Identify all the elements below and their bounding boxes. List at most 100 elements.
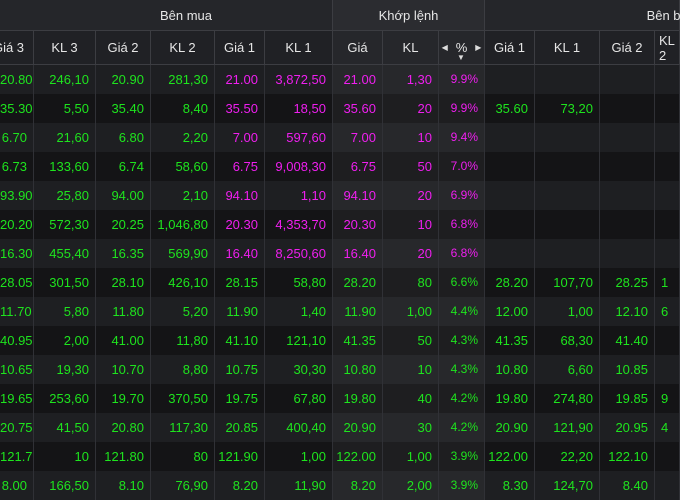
cell-buy-vol-1[interactable]: 18,50: [265, 94, 333, 123]
cell-buy-vol-1[interactable]: 400,40: [265, 413, 333, 442]
cell-buy-price-3[interactable]: 10.65: [0, 355, 34, 384]
cell-match-percent[interactable]: 4.2%: [439, 413, 485, 442]
col-header-buy-price-1[interactable]: Giá 1: [215, 31, 265, 65]
cell-match-volume[interactable]: 80: [383, 268, 439, 297]
cell-buy-vol-2[interactable]: 8,40: [151, 94, 215, 123]
cell-buy-vol-3[interactable]: 10: [34, 442, 96, 471]
cell-buy-vol-1[interactable]: 58,80: [265, 268, 333, 297]
table-row[interactable]: 20.20 572,30 20.25 1,046,80 20.30 4,353,70 20.…: [0, 210, 680, 239]
cell-match-price[interactable]: 6.75: [333, 152, 383, 181]
cell-sell-price-2[interactable]: 8.40: [600, 471, 655, 500]
cell-buy-vol-3[interactable]: 21,60: [34, 123, 96, 152]
cell-match-volume[interactable]: 1,00: [383, 442, 439, 471]
cell-sell-price-1[interactable]: 28.20: [485, 268, 535, 297]
cell-sell-price-1[interactable]: [485, 152, 535, 181]
cell-sell-vol-2[interactable]: 1: [655, 268, 680, 297]
cell-sell-price-2[interactable]: [600, 152, 655, 181]
cell-buy-price-2[interactable]: 10.70: [96, 355, 151, 384]
table-row[interactable]: 20.75 41,50 20.80 117,30 20.85 400,40 20.90 30 4…: [0, 413, 680, 442]
cell-buy-price-1[interactable]: 16.40: [215, 239, 265, 268]
cell-buy-price-3[interactable]: 20.75: [0, 413, 34, 442]
cell-sell-vol-1[interactable]: [535, 123, 600, 152]
col-header-buy-price-2[interactable]: Giá 2: [96, 31, 151, 65]
caret-right-icon[interactable]: ▶: [475, 43, 481, 52]
cell-buy-price-3[interactable]: 8.00: [0, 471, 34, 500]
cell-buy-price-1[interactable]: 28.15: [215, 268, 265, 297]
cell-buy-price-2[interactable]: 94.00: [96, 181, 151, 210]
cell-sell-vol-1[interactable]: [535, 210, 600, 239]
cell-buy-price-2[interactable]: 20.25: [96, 210, 151, 239]
cell-match-percent[interactable]: 6.8%: [439, 239, 485, 268]
cell-match-price[interactable]: 20.90: [333, 413, 383, 442]
cell-sell-vol-1[interactable]: 68,30: [535, 326, 600, 355]
table-row[interactable]: 10.65 19,30 10.70 8,80 10.75 30,30 10.80 10 4.3%…: [0, 355, 680, 384]
cell-buy-vol-3[interactable]: 246,10: [34, 65, 96, 94]
cell-buy-price-1[interactable]: 20.30: [215, 210, 265, 239]
cell-buy-price-1[interactable]: 10.75: [215, 355, 265, 384]
cell-buy-vol-1[interactable]: 597,60: [265, 123, 333, 152]
cell-sell-price-2[interactable]: [600, 181, 655, 210]
cell-buy-price-3[interactable]: 19.65: [0, 384, 34, 413]
cell-buy-vol-2[interactable]: 5,20: [151, 297, 215, 326]
cell-match-price[interactable]: 16.40: [333, 239, 383, 268]
cell-buy-price-2[interactable]: 8.10: [96, 471, 151, 500]
cell-sell-price-1[interactable]: [485, 239, 535, 268]
cell-sell-vol-2[interactable]: [655, 94, 680, 123]
cell-buy-vol-3[interactable]: 25,80: [34, 181, 96, 210]
cell-match-volume[interactable]: 20: [383, 239, 439, 268]
cell-sell-vol-1[interactable]: [535, 239, 600, 268]
cell-match-percent[interactable]: 9.4%: [439, 123, 485, 152]
cell-sell-price-1[interactable]: 20.90: [485, 413, 535, 442]
cell-buy-price-3[interactable]: 20.20: [0, 210, 34, 239]
cell-buy-vol-1[interactable]: 67,80: [265, 384, 333, 413]
cell-buy-price-2[interactable]: 19.70: [96, 384, 151, 413]
cell-buy-vol-2[interactable]: 80: [151, 442, 215, 471]
cell-match-percent[interactable]: 3.9%: [439, 471, 485, 500]
cell-buy-vol-1[interactable]: 4,353,70: [265, 210, 333, 239]
cell-buy-vol-1[interactable]: 11,90: [265, 471, 333, 500]
cell-match-volume[interactable]: 10: [383, 123, 439, 152]
cell-buy-vol-2[interactable]: 426,10: [151, 268, 215, 297]
cell-buy-price-1[interactable]: 8.20: [215, 471, 265, 500]
cell-buy-vol-1[interactable]: 1,40: [265, 297, 333, 326]
cell-buy-price-2[interactable]: 28.10: [96, 268, 151, 297]
cell-buy-price-3[interactable]: 16.30: [0, 239, 34, 268]
cell-match-volume[interactable]: 50: [383, 326, 439, 355]
cell-buy-price-1[interactable]: 41.10: [215, 326, 265, 355]
cell-sell-price-2[interactable]: [600, 239, 655, 268]
cell-sell-vol-1[interactable]: [535, 152, 600, 181]
cell-buy-vol-3[interactable]: 572,30: [34, 210, 96, 239]
cell-sell-vol-2[interactable]: [655, 442, 680, 471]
cell-sell-vol-1[interactable]: 107,70: [535, 268, 600, 297]
cell-match-price[interactable]: 21.00: [333, 65, 383, 94]
cell-buy-vol-2[interactable]: 8,80: [151, 355, 215, 384]
cell-buy-vol-2[interactable]: 58,60: [151, 152, 215, 181]
cell-sell-price-2[interactable]: [600, 210, 655, 239]
cell-buy-vol-3[interactable]: 133,60: [34, 152, 96, 181]
table-row[interactable]: 35.30 5,50 35.40 8,40 35.50 18,50 35.60 20 9.9% 3…: [0, 94, 680, 123]
cell-sell-price-1[interactable]: 10.80: [485, 355, 535, 384]
table-row[interactable]: 93.90 25,80 94.00 2,10 94.10 1,10 94.10 20 6.9%: [0, 181, 680, 210]
cell-sell-vol-2[interactable]: [655, 471, 680, 500]
cell-sell-price-2[interactable]: 122.10: [600, 442, 655, 471]
col-header-buy-vol-2[interactable]: KL 2: [151, 31, 215, 65]
cell-buy-price-2[interactable]: 11.80: [96, 297, 151, 326]
cell-sell-vol-2[interactable]: [655, 355, 680, 384]
cell-sell-vol-1[interactable]: 73,20: [535, 94, 600, 123]
cell-match-price[interactable]: 10.80: [333, 355, 383, 384]
cell-match-price[interactable]: 7.00: [333, 123, 383, 152]
table-row[interactable]: 6.70 21,60 6.80 2,20 7.00 597,60 7.00 10 9.4%: [0, 123, 680, 152]
cell-sell-price-1[interactable]: [485, 65, 535, 94]
cell-match-volume[interactable]: 2,00: [383, 471, 439, 500]
col-header-buy-vol-3[interactable]: KL 3: [34, 31, 96, 65]
cell-match-volume[interactable]: 20: [383, 181, 439, 210]
cell-sell-vol-2[interactable]: [655, 152, 680, 181]
table-row[interactable]: 19.65 253,60 19.70 370,50 19.75 67,80 19.80 40 4…: [0, 384, 680, 413]
cell-buy-vol-2[interactable]: 370,50: [151, 384, 215, 413]
col-header-sell-price-2[interactable]: Giá 2: [600, 31, 655, 65]
cell-sell-price-1[interactable]: [485, 123, 535, 152]
cell-sell-vol-2[interactable]: [655, 181, 680, 210]
cell-buy-price-1[interactable]: 21.00: [215, 65, 265, 94]
cell-buy-price-2[interactable]: 20.80: [96, 413, 151, 442]
cell-sell-price-1[interactable]: [485, 210, 535, 239]
